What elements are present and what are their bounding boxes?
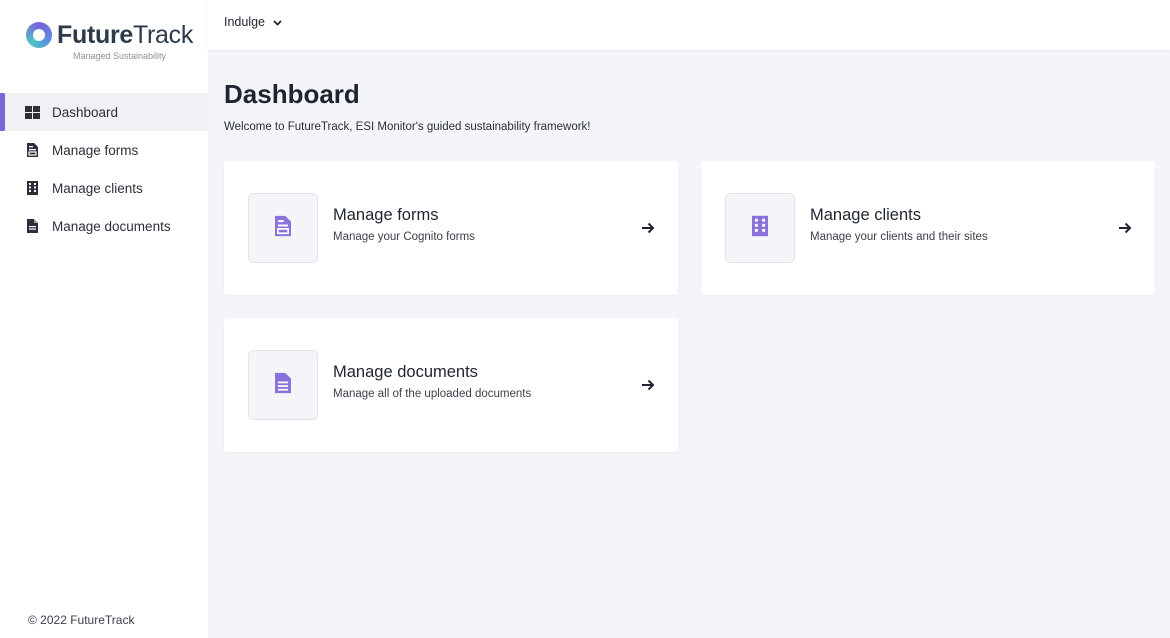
sidebar-item-label: Manage clients bbox=[52, 180, 143, 196]
sidebar-item-manage-documents[interactable]: Manage documents bbox=[0, 207, 208, 245]
sidebar-item-manage-forms[interactable]: Manage forms bbox=[0, 131, 208, 169]
copyright-footer: © 2022 FutureTrack bbox=[28, 613, 135, 627]
card-title: Manage clients bbox=[810, 206, 921, 224]
document-icon bbox=[275, 372, 291, 399]
logo-tagline: Managed Sustainability bbox=[73, 51, 167, 61]
card-title: Manage forms bbox=[333, 206, 439, 224]
document-icon bbox=[25, 219, 40, 234]
sidebar-item-label: Dashboard bbox=[52, 104, 119, 120]
sidebar-nav: Dashboard Manage forms Manage clients Ma… bbox=[0, 93, 208, 245]
top-bar: Indulge bbox=[208, 0, 1170, 50]
manage-forms-card[interactable]: Manage forms Manage your Cognito forms bbox=[224, 161, 678, 295]
organisation-dropdown[interactable]: Indulge bbox=[224, 15, 282, 29]
grid-icon bbox=[25, 105, 40, 120]
sidebar-item-label: Manage documents bbox=[52, 218, 171, 234]
sidebar-item-manage-clients[interactable]: Manage clients bbox=[0, 169, 208, 207]
logo-text-part1: Future bbox=[57, 21, 133, 49]
card-title: Manage documents bbox=[333, 363, 478, 381]
page-subtitle: Welcome to FutureTrack, ESI Monitor's gu… bbox=[224, 121, 591, 133]
logo-text: FutureTrack bbox=[57, 20, 193, 50]
sidebar: FutureTrack Managed Sustainability Dashb… bbox=[0, 0, 208, 638]
arrow-right-icon[interactable] bbox=[640, 220, 656, 236]
manage-documents-card[interactable]: Manage documents Manage all of the uploa… bbox=[224, 318, 678, 452]
card-icon-box bbox=[248, 350, 318, 420]
manage-clients-card[interactable]: Manage clients Manage your clients and t… bbox=[701, 161, 1155, 295]
logo-ring-icon bbox=[26, 22, 52, 48]
card-icon-box bbox=[248, 193, 318, 263]
building-icon bbox=[752, 215, 768, 242]
arrow-right-icon[interactable] bbox=[1117, 220, 1133, 236]
arrow-right-icon[interactable] bbox=[640, 377, 656, 393]
sidebar-item-label: Manage forms bbox=[52, 142, 139, 158]
organisation-dropdown-value: Indulge bbox=[224, 15, 266, 29]
card-description: Manage your clients and their sites bbox=[810, 231, 988, 243]
logo-text-part2: Track bbox=[132, 21, 194, 49]
card-icon-box bbox=[725, 193, 795, 263]
page-title: Dashboard bbox=[224, 79, 360, 109]
card-description: Manage your Cognito forms bbox=[333, 231, 475, 243]
form-icon bbox=[275, 215, 291, 242]
form-icon bbox=[25, 143, 40, 158]
card-description: Manage all of the uploaded documents bbox=[333, 388, 532, 400]
sidebar-item-dashboard[interactable]: Dashboard bbox=[0, 93, 208, 131]
chevron-down-icon bbox=[265, 15, 282, 29]
futuretrack-logo[interactable]: FutureTrack Managed Sustainability bbox=[26, 20, 196, 64]
building-icon bbox=[25, 181, 40, 196]
